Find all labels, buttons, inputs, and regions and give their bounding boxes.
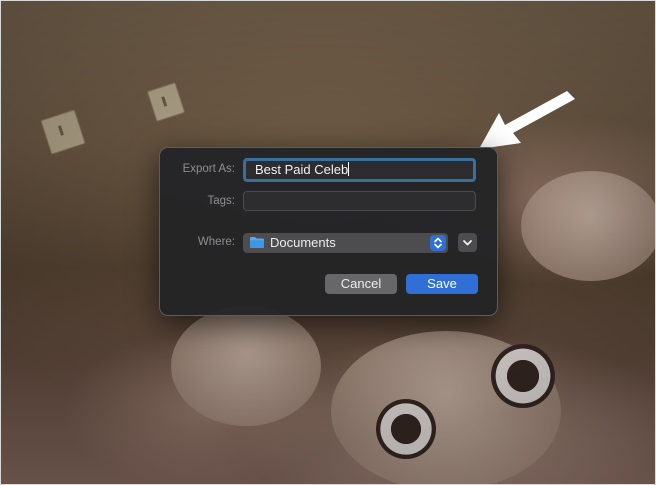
up-down-chevron-icon	[430, 235, 446, 251]
tags-label: Tags:	[207, 195, 236, 207]
screenshot-frame: Export As: Best Paid Celeb Tags: Where: …	[0, 0, 656, 485]
expand-button[interactable]	[458, 233, 477, 252]
export-as-label: Export As:	[182, 163, 235, 175]
where-value: Documents	[270, 235, 336, 250]
export-as-field[interactable]: Best Paid Celeb	[243, 158, 476, 182]
save-button[interactable]: Save	[406, 274, 478, 294]
text-caret	[348, 162, 350, 176]
export-as-value: Best Paid Celeb	[255, 162, 349, 177]
cancel-button[interactable]: Cancel	[325, 274, 397, 294]
tags-field[interactable]	[243, 191, 476, 211]
where-label: Where:	[197, 236, 235, 248]
export-dialog: Export As: Best Paid Celeb Tags: Where: …	[159, 147, 498, 316]
folder-icon	[250, 237, 264, 248]
chevron-down-icon	[463, 240, 472, 246]
where-popup[interactable]: Documents	[243, 233, 448, 253]
